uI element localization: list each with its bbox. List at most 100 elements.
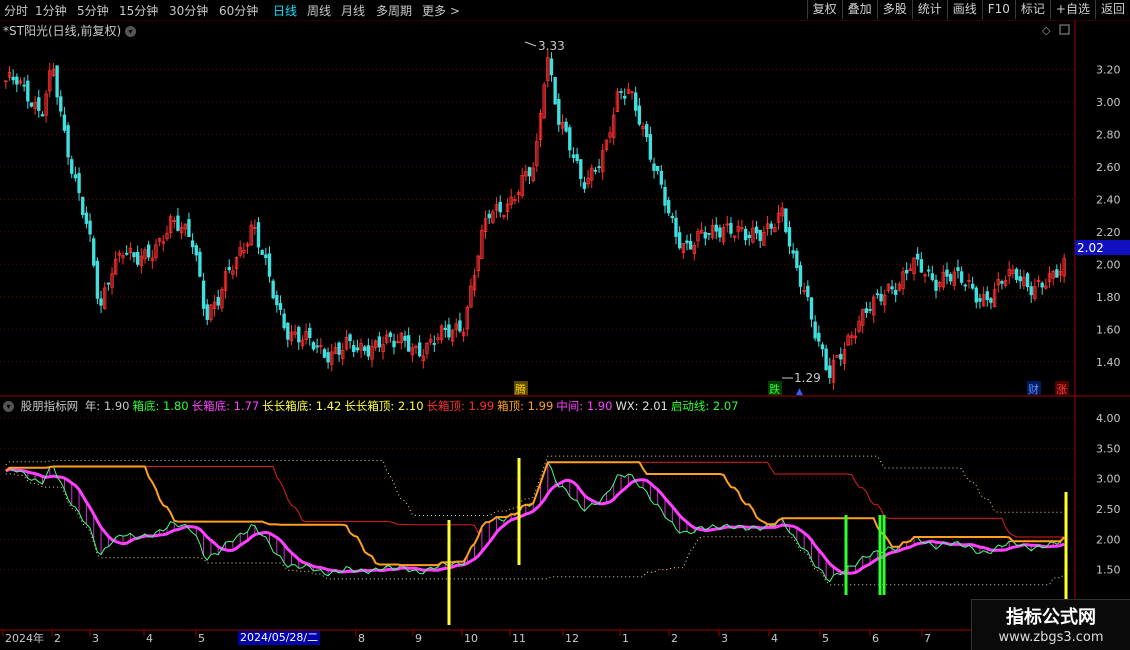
- time-axis-label: 11: [512, 632, 526, 645]
- event-marker-cai[interactable]: 财: [1028, 382, 1039, 396]
- indicator-item: 长长箱顶: 2.10: [344, 399, 424, 413]
- time-axis-label: 2024年: [5, 631, 44, 645]
- candle-body: [326, 352, 330, 363]
- candle-body: [194, 245, 198, 256]
- time-axis-label: 6: [872, 632, 879, 645]
- price-axis-tick: 3.20: [1096, 63, 1121, 76]
- diamond-icon[interactable]: ◇: [1042, 24, 1051, 37]
- candle-body: [447, 324, 451, 338]
- candle-body: [498, 201, 502, 213]
- candle-body: [297, 326, 301, 343]
- candle-body: [824, 348, 828, 370]
- candle-body: [176, 215, 180, 231]
- candle-body: [377, 336, 382, 348]
- indicator-item: 长箱顶: 1.99: [426, 399, 495, 413]
- indicator-item: 箱顶: 1.99: [497, 399, 554, 413]
- candle-body: [553, 76, 557, 105]
- candle-body: [26, 80, 30, 102]
- candle-body: [703, 232, 707, 239]
- candle-body: [458, 320, 462, 332]
- candle-body: [579, 159, 583, 179]
- price-axis-tick: 1.60: [1096, 323, 1121, 336]
- candle-body: [406, 335, 411, 352]
- candle-body: [670, 215, 675, 219]
- candle-body: [260, 250, 264, 255]
- candle-body: [549, 58, 554, 76]
- candle-body: [582, 182, 587, 189]
- candle-body: [894, 289, 898, 295]
- candle-body: [743, 228, 748, 241]
- candle-body: [875, 293, 880, 296]
- candle-body: [956, 267, 960, 271]
- candle-body: [278, 303, 283, 310]
- event-marker-zhang[interactable]: 涨: [1056, 383, 1067, 396]
- candle-body: [81, 196, 85, 216]
- candle-body: [392, 340, 396, 348]
- candle-body: [70, 159, 74, 174]
- candle-body: [916, 253, 920, 260]
- candle-body: [363, 346, 367, 351]
- candle-body: [352, 345, 356, 353]
- cursor-date-badge: 2024/05/28/二: [238, 631, 321, 645]
- time-axis-label: 4: [771, 632, 778, 645]
- candle-body: [652, 163, 656, 171]
- candle-body: [267, 253, 272, 277]
- candle-body: [718, 227, 722, 238]
- candle-body: [568, 127, 572, 151]
- candle-body: [366, 345, 371, 357]
- candle-body: [135, 251, 140, 265]
- chevron-down-icon[interactable]: ▾: [3, 401, 14, 412]
- candle-body: [275, 294, 279, 306]
- candle-body: [795, 250, 799, 268]
- candle-body: [95, 260, 100, 299]
- candle-body: [905, 269, 909, 274]
- time-axis-label: 10: [464, 632, 478, 645]
- candle-body: [190, 240, 195, 248]
- candle-body: [11, 76, 15, 81]
- candle-body: [37, 97, 41, 111]
- indicator-legend: ▾ 股朋指标网 年: 1.90 箱底: 1.80 长箱底: 1.77 长长箱底: 1.…: [3, 398, 744, 413]
- time-axis-label: 8: [358, 632, 365, 645]
- candle-body: [817, 332, 821, 342]
- candle-body: [985, 291, 989, 300]
- time-axis-label: 5: [822, 632, 829, 645]
- candle-body: [256, 222, 261, 248]
- candle-body: [989, 298, 993, 303]
- candle-body: [527, 167, 532, 177]
- candle-body: [663, 187, 667, 206]
- candle-body: [264, 254, 268, 259]
- candle-body: [15, 76, 19, 85]
- candle-body: [648, 134, 653, 160]
- price-chart[interactable]: 3.20 3.00 2.80 2.60 2.40 2.20 2.00 1.80 1.60 1.40…: [0, 0, 1130, 650]
- candle-body: [1055, 269, 1059, 278]
- candle-body: [146, 244, 151, 258]
- candle-body: [828, 365, 832, 378]
- candle-body: [432, 343, 436, 345]
- event-marker-die[interactable]: 跌: [769, 382, 780, 396]
- candle-body: [40, 114, 45, 117]
- event-marker-teng[interactable]: 腾: [515, 382, 526, 396]
- candle-body: [919, 259, 924, 273]
- time-axis-label: 3: [92, 632, 99, 645]
- indicator-axis-tick: 4.00: [1096, 412, 1121, 425]
- indicator-name[interactable]: 股朋指标网: [21, 399, 79, 413]
- candle-body: [322, 349, 327, 358]
- candle-body: [945, 269, 949, 277]
- indicator-item: 长箱底: 1.77: [191, 399, 260, 413]
- candle-body: [820, 344, 825, 350]
- window-toggle-icon[interactable]: [1059, 24, 1070, 35]
- indicator-price-line: [5, 461, 1065, 583]
- candle-body: [707, 232, 711, 235]
- time-axis-label: 9: [415, 632, 422, 645]
- candle-body: [784, 208, 788, 233]
- candle-body: [315, 345, 319, 348]
- candle-body: [575, 154, 579, 161]
- candle-body: [839, 353, 843, 360]
- candle-body: [978, 298, 982, 302]
- candle-body: [926, 269, 931, 272]
- candle-body: [634, 92, 638, 111]
- candle-body: [593, 169, 598, 172]
- candle-body: [29, 102, 34, 107]
- time-axis-label: 4: [146, 632, 153, 645]
- candle-body: [934, 279, 938, 291]
